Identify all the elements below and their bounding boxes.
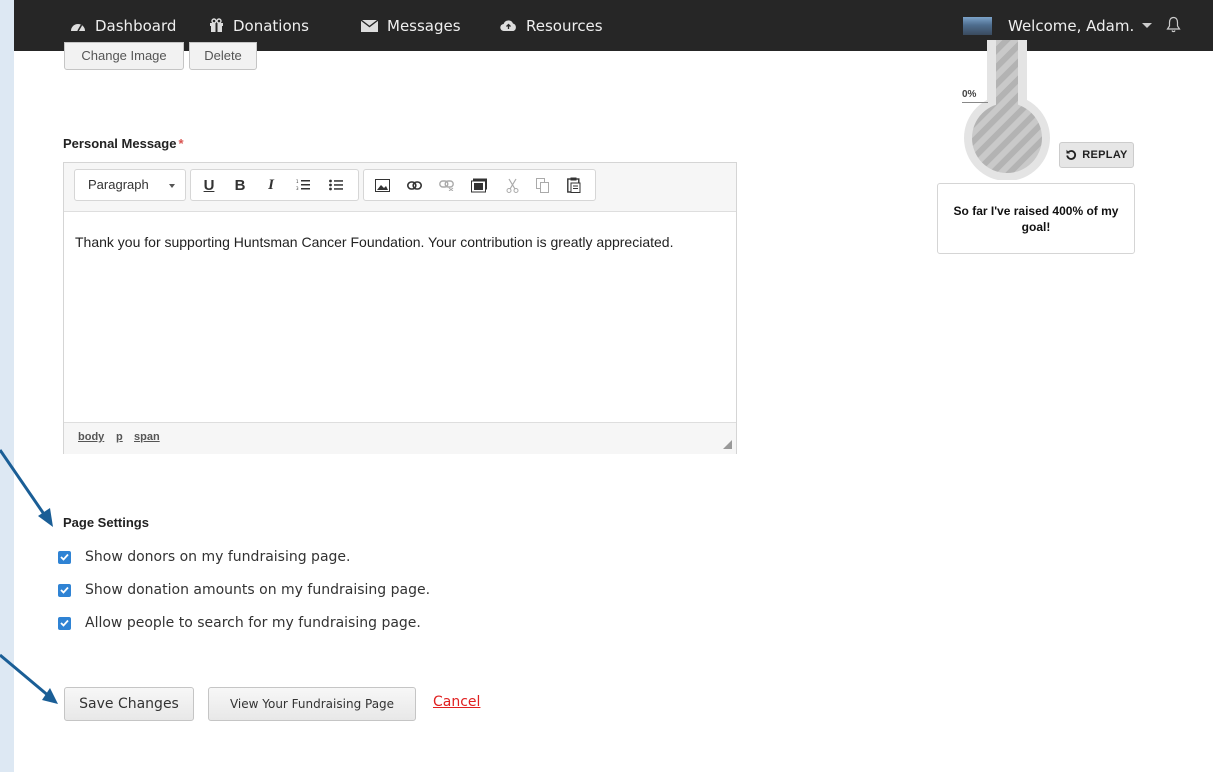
editor-content[interactable]: Thank you for supporting Huntsman Cancer… <box>75 227 715 257</box>
cloud-icon <box>500 20 516 32</box>
nav-resources-label: Resources <box>526 16 603 35</box>
thermometer-marker-line <box>962 102 988 103</box>
nav-messages-label: Messages <box>387 16 461 35</box>
path-span[interactable]: span <box>134 431 160 443</box>
ordered-list-icon[interactable]: 13 <box>290 170 316 200</box>
insert-group <box>363 169 596 201</box>
show-amounts-option[interactable]: Show donation amounts on my fundraising … <box>58 579 430 601</box>
chevron-down-icon <box>1142 23 1153 28</box>
link-icon[interactable] <box>402 170 426 200</box>
text-format-group: U B I 13 <box>190 169 359 201</box>
editor-statusbar: body p span <box>64 422 736 454</box>
annotation-arrows <box>0 449 58 704</box>
required-marker: * <box>178 136 184 151</box>
unlink-icon[interactable] <box>434 170 458 200</box>
media-icon[interactable] <box>466 170 492 200</box>
raised-summary-text: So far I've raised 400% of my goal! <box>953 203 1119 234</box>
cancel-link[interactable]: Cancel <box>433 694 480 710</box>
allow-search-label: Allow people to search for my fundraisin… <box>85 615 421 631</box>
editor-toolbar: Paragraph U B I 13 <box>64 163 736 212</box>
cut-icon[interactable] <box>500 170 524 200</box>
rich-text-editor: Paragraph U B I 13 Thank you for support… <box>63 162 737 454</box>
envelope-icon <box>361 19 378 32</box>
show-amounts-label: Show donation amounts on my fundraising … <box>85 582 431 598</box>
delete-image-label: Delete <box>204 48 242 63</box>
chevron-down-icon <box>169 184 175 188</box>
user-avatar[interactable] <box>963 17 992 35</box>
show-donors-option[interactable]: Show donors on my fundraising page. <box>58 546 350 568</box>
resize-handle[interactable] <box>723 440 732 449</box>
italic-icon[interactable]: I <box>259 170 283 200</box>
nav-resources[interactable]: Resources <box>500 0 603 51</box>
replay-icon <box>1066 149 1077 160</box>
bullet-list-icon[interactable] <box>323 170 349 200</box>
copy-icon[interactable] <box>530 170 554 200</box>
show-donors-label: Show donors on my fundraising page. <box>85 549 351 565</box>
view-fundraising-page-label: View Your Fundraising Page <box>229 697 395 711</box>
arrow-to-page-settings <box>0 449 53 527</box>
underline-icon[interactable]: U <box>197 170 221 200</box>
bell-icon[interactable] <box>1166 16 1181 33</box>
paste-icon[interactable] <box>562 170 586 200</box>
allow-search-option[interactable]: Allow people to search for my fundraisin… <box>58 612 421 634</box>
view-fundraising-page-button[interactable]: View Your Fundraising Page <box>208 687 416 721</box>
gift-icon <box>210 18 223 32</box>
arrow-to-save-button <box>0 653 58 704</box>
replay-label: REPLAY <box>1082 149 1128 161</box>
replay-button[interactable]: REPLAY <box>1059 142 1134 168</box>
bold-icon[interactable]: B <box>228 170 252 200</box>
nav-messages[interactable]: Messages <box>361 0 461 51</box>
delete-image-button[interactable]: Delete <box>189 42 257 70</box>
nav-donations-label: Donations <box>233 16 309 35</box>
svg-text:1: 1 <box>296 179 299 184</box>
raised-summary: So far I've raised 400% of my goal! <box>937 183 1135 254</box>
svg-text:3: 3 <box>296 186 299 191</box>
welcome-text: Welcome, Adam. <box>1008 16 1135 35</box>
thermometer-graphic <box>964 40 1050 180</box>
image-icon[interactable] <box>370 170 394 200</box>
nav-dashboard-label: Dashboard <box>95 16 177 35</box>
path-p[interactable]: p <box>116 431 123 443</box>
thermometer-percent: 0% <box>962 89 977 100</box>
